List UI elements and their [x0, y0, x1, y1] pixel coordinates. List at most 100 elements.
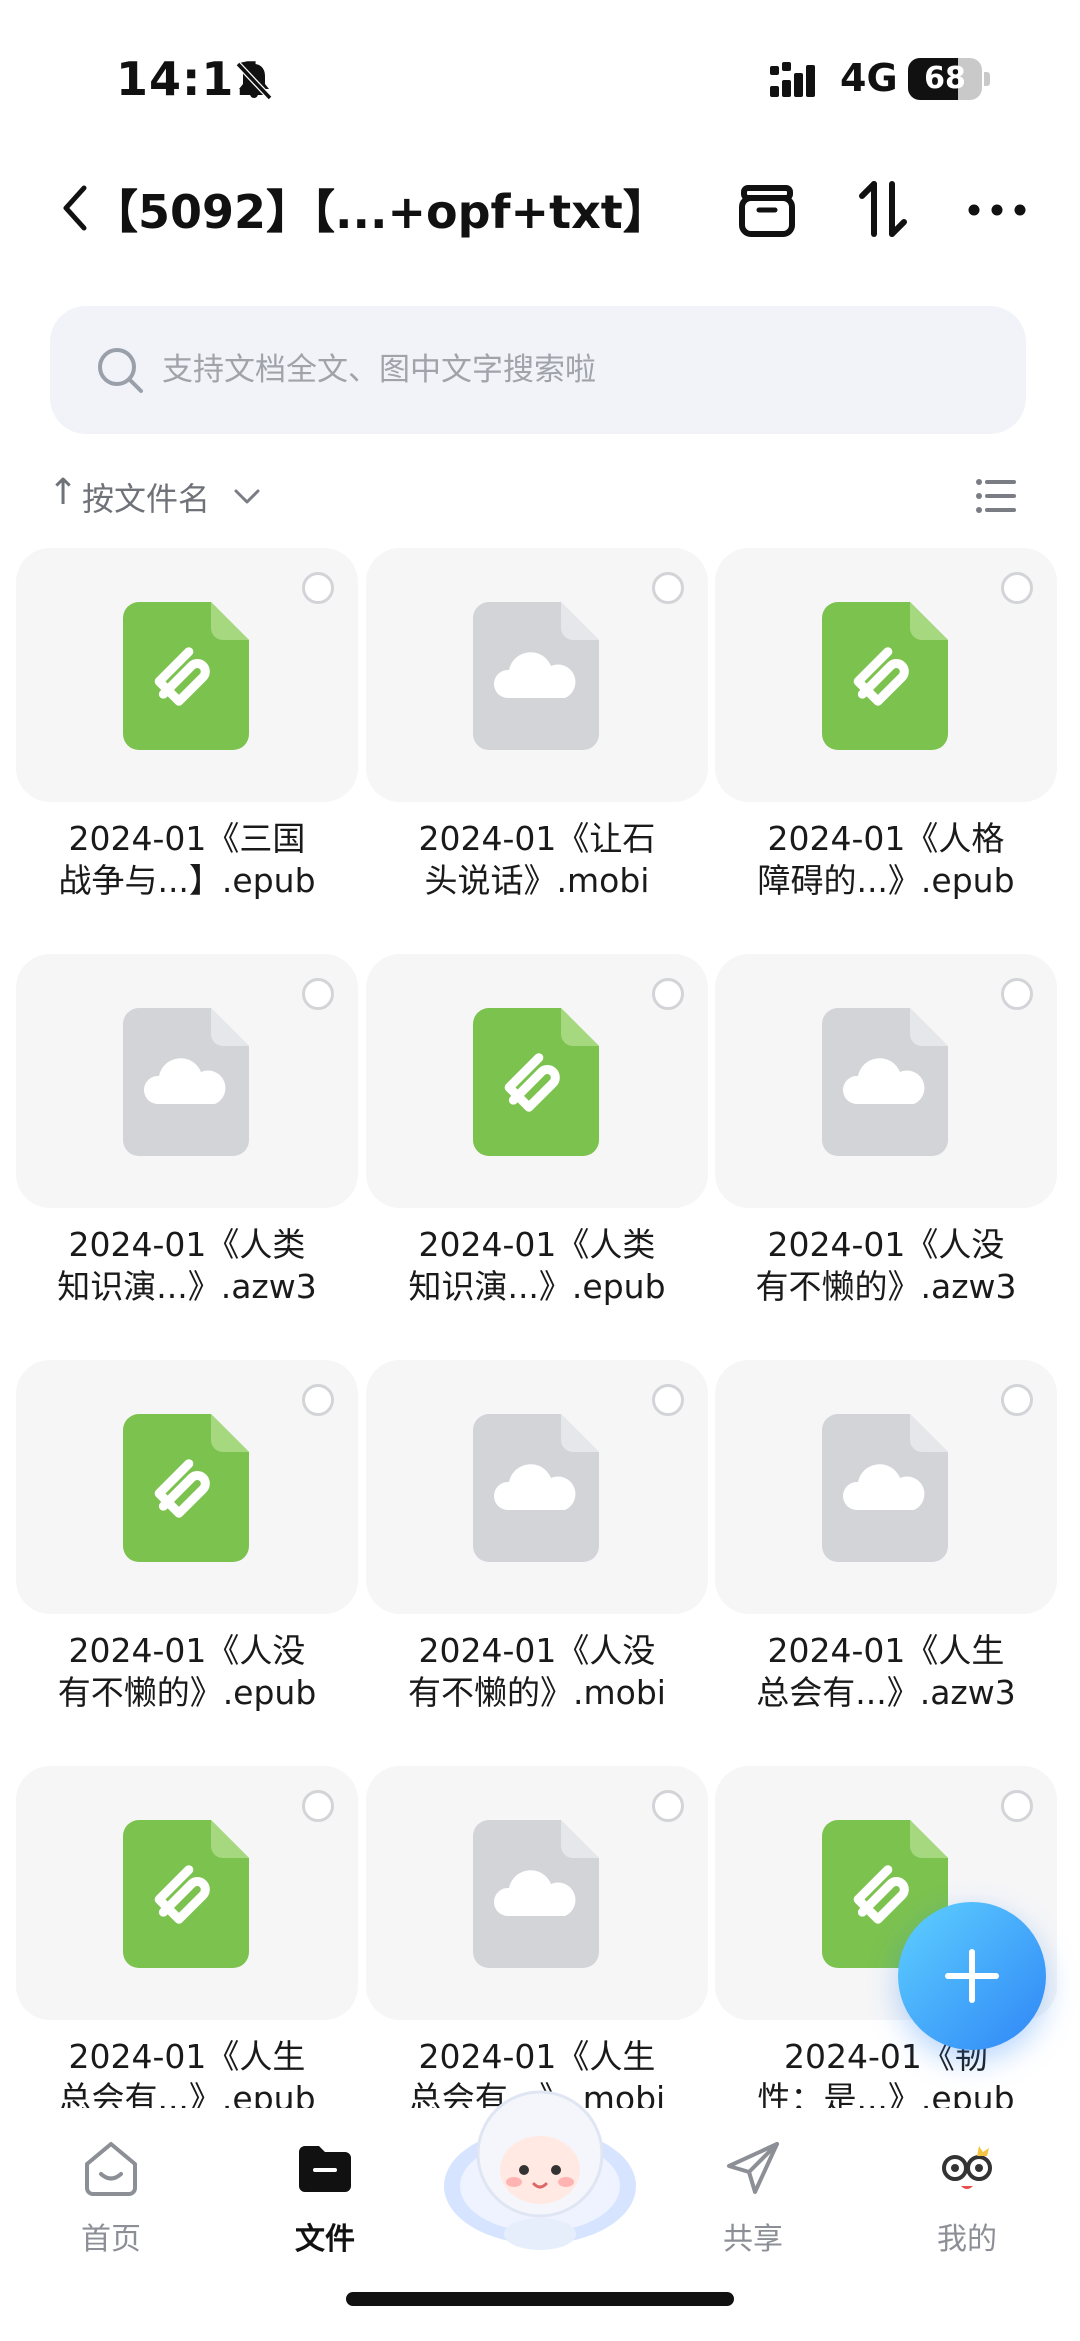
select-checkbox[interactable] [302, 978, 334, 1010]
list-view-icon[interactable] [974, 474, 1018, 518]
file-thumbnail[interactable] [16, 1360, 358, 1614]
file-item[interactable]: 2024-01《人类 知识演...》.epub [366, 954, 708, 1344]
file-name-line: 头说话》.mobi [424, 861, 650, 900]
select-checkbox[interactable] [652, 978, 684, 1010]
file-item[interactable]: 2024-01《人生 总会有...》.azw3 [715, 1360, 1057, 1750]
archive-box-icon[interactable] [732, 174, 802, 244]
select-checkbox[interactable] [652, 1790, 684, 1822]
home-icon [85, 2142, 137, 2196]
file-name-line: 知识演...》.azw3 [57, 1267, 317, 1306]
battery-tip [984, 72, 990, 86]
file-item[interactable]: 2024-01《人类 知识演...》.azw3 [16, 954, 358, 1344]
file-name: 2024-01《三国 战争与...】.epub [16, 818, 358, 902]
cloud-file-icon [473, 602, 599, 750]
top-header: 【5092】【...+opf+txt】 [0, 150, 1080, 270]
file-name: 2024-01《人没 有不懒的》.epub [16, 1630, 358, 1714]
file-thumbnail[interactable] [715, 954, 1057, 1208]
file-thumbnail[interactable] [16, 548, 358, 802]
file-name: 2024-01《让石 头说话》.mobi [366, 818, 708, 902]
assistant-mascot-icon[interactable] [440, 2066, 640, 2256]
tab-share[interactable]: 共享 [678, 2130, 828, 2260]
file-name-line: 2024-01《人生 [68, 2037, 306, 2076]
select-checkbox[interactable] [1001, 1790, 1033, 1822]
search-icon [98, 348, 143, 393]
file-name-line: 2024-01《人没 [767, 1225, 1005, 1264]
file-name: 2024-01《人没 有不懒的》.azw3 [715, 1224, 1057, 1308]
search-bar[interactable] [50, 306, 1026, 434]
file-item[interactable]: 2024-01《人没 有不懒的》.azw3 [715, 954, 1057, 1344]
cloud-file-icon [123, 1008, 249, 1156]
file-item[interactable]: 2024-01《人生 总会有...》.epub [16, 1766, 358, 2108]
epub-file-icon [123, 602, 249, 750]
file-item[interactable]: 2024-01《让石 头说话》.mobi [366, 548, 708, 938]
file-thumbnail[interactable] [366, 954, 708, 1208]
cloud-file-icon [473, 1414, 599, 1562]
select-checkbox[interactable] [1001, 572, 1033, 604]
sort-row: ↑ 按文件名 [0, 460, 1080, 530]
file-name-line: 2024-01《三国 [68, 819, 306, 858]
page-title: 【5092】【...+opf+txt】 [92, 185, 669, 239]
tab-me[interactable]: 我的 [892, 2130, 1042, 2260]
file-name-line: 总会有...》.epub [58, 2079, 316, 2108]
bottom-tab-bar: 首页 文件 共享 我的 [0, 2090, 1080, 2341]
select-checkbox[interactable] [1001, 1384, 1033, 1416]
cloud-file-icon [473, 1820, 599, 1968]
file-item[interactable]: 2024-01《人没 有不懒的》.mobi [366, 1360, 708, 1750]
file-name-line: 有不懒的》.epub [57, 1673, 317, 1712]
signal-icon [770, 62, 815, 97]
file-name-line: 障碍的...》.epub [757, 861, 1015, 900]
file-name-line: 2024-01《人没 [68, 1631, 306, 1670]
tab-files-label: 文件 [295, 2222, 355, 2257]
file-item[interactable]: 2024-01《三国 战争与...】.epub [16, 548, 358, 938]
profile-face-icon [942, 2146, 992, 2189]
file-thumbnail[interactable] [715, 1360, 1057, 1614]
folder-icon [299, 2146, 351, 2192]
file-name-line: 2024-01《韧 [784, 2037, 988, 2076]
select-checkbox[interactable] [302, 572, 334, 604]
file-name-line: 2024-01《人没 [418, 1631, 656, 1670]
file-item[interactable]: 2024-01《人生 总会有...》.mobi [366, 1766, 708, 2108]
chevron-down-icon[interactable] [232, 482, 262, 512]
select-checkbox[interactable] [1001, 978, 1033, 1010]
file-name-line: 2024-01《人类 [68, 1225, 306, 1264]
file-thumbnail[interactable] [16, 1766, 358, 2020]
more-icon[interactable] [962, 174, 1032, 244]
select-checkbox[interactable] [652, 1384, 684, 1416]
tab-files[interactable]: 文件 [250, 2130, 400, 2260]
sort-by-filename[interactable]: 按文件名 [82, 474, 210, 520]
file-item[interactable]: 2024-01《人没 有不懒的》.epub [16, 1360, 358, 1750]
sort-direction-arrow[interactable]: ↑ [48, 472, 78, 513]
file-name: 2024-01《人生 总会有...》.azw3 [715, 1630, 1057, 1714]
epub-file-icon [822, 602, 948, 750]
select-checkbox[interactable] [302, 1790, 334, 1822]
paper-plane-icon [727, 2142, 779, 2194]
select-checkbox[interactable] [652, 572, 684, 604]
back-icon[interactable] [56, 178, 96, 238]
file-thumbnail[interactable] [366, 1766, 708, 2020]
file-name-line: 有不懒的》.azw3 [755, 1267, 1017, 1306]
file-name-line: 知识演...》.epub [408, 1267, 666, 1306]
search-input[interactable] [162, 332, 982, 408]
epub-file-icon [123, 1414, 249, 1562]
file-thumbnail[interactable] [16, 954, 358, 1208]
cloud-file-icon [822, 1414, 948, 1562]
file-name-line: 有不懒的》.mobi [408, 1673, 666, 1712]
file-item[interactable]: 2024-01《人格 障碍的...》.epub [715, 548, 1057, 938]
tab-share-label: 共享 [723, 2222, 783, 2257]
file-name-line: 性：是...》.epub [757, 2079, 1015, 2108]
file-name-line: 总会有...》.azw3 [756, 1673, 1016, 1712]
sort-toggle-icon[interactable] [848, 174, 918, 244]
plus-icon [945, 1949, 999, 2003]
tab-home[interactable]: 首页 [36, 2130, 186, 2260]
add-button[interactable] [898, 1902, 1046, 2050]
select-checkbox[interactable] [302, 1384, 334, 1416]
battery-indicator: 68 [908, 58, 982, 100]
file-name: 2024-01《人没 有不懒的》.mobi [366, 1630, 708, 1714]
file-thumbnail[interactable] [366, 1360, 708, 1614]
file-thumbnail[interactable] [715, 548, 1057, 802]
file-name-line: 2024-01《让石 [418, 819, 656, 858]
mute-bell-icon [235, 61, 273, 101]
file-name: 2024-01《人格 障碍的...》.epub [715, 818, 1057, 902]
file-thumbnail[interactable] [366, 548, 708, 802]
tab-me-label: 我的 [937, 2222, 997, 2257]
